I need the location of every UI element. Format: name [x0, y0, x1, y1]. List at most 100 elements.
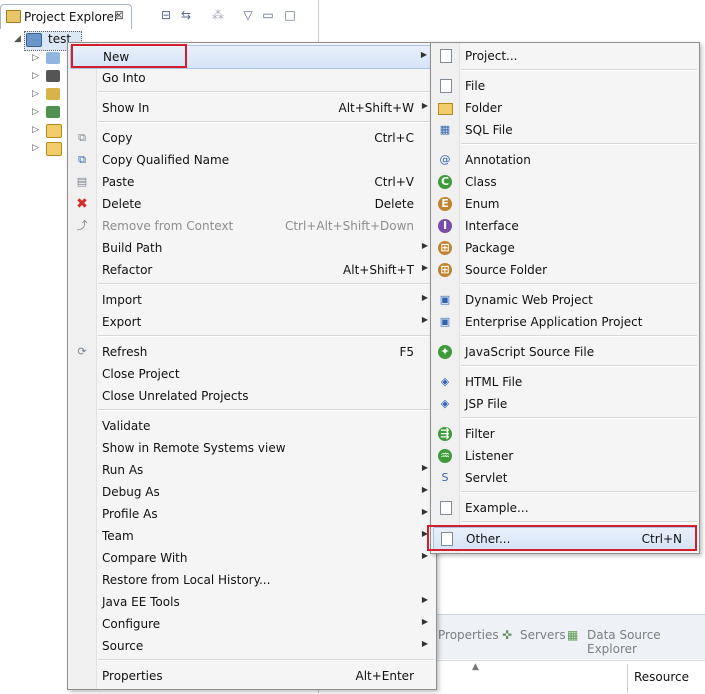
menu-item-restore-from-local-history[interactable]: Restore from Local History...	[70, 569, 434, 591]
menu-item-import[interactable]: Import ▶	[70, 289, 434, 311]
submenu-item-other[interactable]: Other... Ctrl+N	[433, 527, 697, 551]
menu-item-delete[interactable]: ✖ Delete Delete	[70, 193, 434, 215]
tree-item[interactable]: ▷	[32, 86, 72, 104]
menu-item-source[interactable]: Source ▶	[70, 635, 434, 657]
menu-separator	[98, 409, 434, 411]
menu-item-close-unrelated-projects[interactable]: Close Unrelated Projects	[70, 385, 434, 407]
submenu-item-javascript-source-file[interactable]: ✦ JavaScript Source File	[433, 341, 697, 363]
submenu-item-html-file[interactable]: ◈ HTML File	[433, 371, 697, 393]
menu-item-team[interactable]: Team ▶	[70, 525, 434, 547]
submenu-item-dynamic-web-project[interactable]: ▣ Dynamic Web Project	[433, 289, 697, 311]
menu-item-label: Delete	[102, 197, 142, 211]
submenu-arrow-icon: ▶	[421, 551, 428, 560]
submenu-item-source-folder[interactable]: ⊞ Source Folder	[433, 259, 697, 281]
menu-item-copy[interactable]: ⧉ Copy Ctrl+C	[70, 127, 434, 149]
submenu-item-file[interactable]: File	[433, 75, 697, 97]
menu-item-export[interactable]: Export ▶	[70, 311, 434, 333]
dynamic-web-project-icon: ▣	[439, 293, 451, 306]
collapsed-arrow-icon[interactable]: ▷	[32, 107, 39, 117]
submenu-item-jsp-file[interactable]: ◈ JSP File	[433, 393, 697, 415]
submenu-item-servlet[interactable]: S Servlet	[433, 467, 697, 489]
submenu-item-project[interactable]: Project...	[433, 45, 697, 67]
servers-icon: ✜	[502, 628, 513, 642]
menu-item-build-path[interactable]: Build Path ▶	[70, 237, 434, 259]
submenu-item-filter[interactable]: ⇶ Filter	[433, 423, 697, 445]
menu-item-go-into[interactable]: Go Into	[70, 67, 434, 89]
submenu-arrow-icon: ▶	[421, 315, 428, 324]
filters-icon[interactable]: ⁂	[210, 8, 226, 22]
submenu-item-sql-file[interactable]: ▦ SQL File	[433, 119, 697, 141]
javascript-resources-icon	[46, 106, 60, 118]
link-with-editor-icon[interactable]: ⇆	[178, 8, 194, 22]
menu-item-show-in[interactable]: Show In Alt+Shift+W ▶	[70, 97, 434, 119]
collapsed-arrow-icon[interactable]: ▷	[32, 71, 39, 81]
menu-item-paste[interactable]: ▤ Paste Ctrl+V	[70, 171, 434, 193]
maximize-icon[interactable]: □	[282, 8, 298, 22]
tab-label: Project Explorer	[24, 10, 119, 24]
menu-item-validate[interactable]: Validate	[70, 415, 434, 437]
tree-item[interactable]: ▷	[32, 140, 72, 158]
menu-item-java-ee-tools[interactable]: Java EE Tools ▶	[70, 591, 434, 613]
html-file-icon: ◈	[440, 375, 450, 388]
menu-separator	[461, 417, 697, 419]
collapsed-arrow-icon[interactable]: ▷	[32, 125, 39, 135]
menu-item-new[interactable]: New ▶	[70, 45, 434, 69]
file-icon	[440, 79, 452, 93]
submenu-arrow-icon: ▶	[421, 293, 428, 302]
menu-item-close-project[interactable]: Close Project	[70, 363, 434, 385]
menu-item-refactor[interactable]: Refactor Alt+Shift+T ▶	[70, 259, 434, 281]
tree-item[interactable]: ▷	[32, 122, 72, 140]
remove-context-icon: ⤴	[76, 219, 88, 232]
collapse-all-icon[interactable]: ⊟	[158, 8, 174, 22]
submenu-item-enum[interactable]: E Enum	[433, 193, 697, 215]
submenu-item-example[interactable]: Example...	[433, 497, 697, 519]
submenu-item-annotation[interactable]: @ Annotation	[433, 149, 697, 171]
menu-item-debug-as[interactable]: Debug As ▶	[70, 481, 434, 503]
menu-item-copy-qualified-name[interactable]: ⧉ Copy Qualified Name	[70, 149, 434, 171]
menu-item-properties[interactable]: Properties Alt+Enter	[70, 665, 434, 687]
menu-item-label: Show in Remote Systems view	[102, 441, 286, 455]
class-icon: C	[438, 175, 452, 189]
sort-ascending-icon: ▲	[472, 662, 479, 672]
collapsed-arrow-icon[interactable]: ▷	[32, 143, 39, 153]
menu-item-run-as[interactable]: Run As ▶	[70, 459, 434, 481]
submenu-item-listener[interactable]: ♒ Listener	[433, 445, 697, 467]
close-icon[interactable]: ⊠	[114, 8, 124, 22]
menu-item-shortcut: Ctrl+Alt+Shift+Down	[284, 219, 414, 233]
tab-project-explorer[interactable]: Project Explorer ⊠	[0, 4, 132, 29]
tree-item[interactable]: ▷	[32, 68, 72, 86]
tree-item[interactable]: ▷	[32, 104, 72, 122]
context-menu: New ▶ Go Into Show In Alt+Shift+W ▶ ⧉ Copy Ctrl+…	[67, 42, 437, 690]
collapsed-arrow-icon[interactable]: ▷	[32, 89, 39, 99]
enum-icon: E	[438, 197, 452, 211]
menu-item-label: Close Project	[102, 367, 180, 381]
menu-item-compare-with[interactable]: Compare With ▶	[70, 547, 434, 569]
submenu-item-folder[interactable]: Folder	[433, 97, 697, 119]
tab-data-source-explorer[interactable]: Data Source Explorer	[587, 628, 705, 656]
submenu-arrow-icon: ▶	[421, 507, 428, 516]
submenu-item-class[interactable]: C Class	[433, 171, 697, 193]
tab-servers[interactable]: Servers	[520, 628, 566, 642]
collapsed-arrow-icon[interactable]: ▷	[32, 53, 39, 63]
submenu-item-package[interactable]: ⊞ Package	[433, 237, 697, 259]
folder-icon	[46, 142, 62, 156]
submenu-item-interface[interactable]: I Interface	[433, 215, 697, 237]
menu-item-refresh[interactable]: ⟳ Refresh F5	[70, 341, 434, 363]
expanded-arrow-icon[interactable]: ◢	[14, 34, 21, 44]
view-menu-icon[interactable]: ▽	[240, 8, 256, 22]
menu-item-configure[interactable]: Configure ▶	[70, 613, 434, 635]
deployment-descriptor-icon	[46, 52, 60, 64]
menu-item-show-in-remote-systems-view[interactable]: Show in Remote Systems view	[70, 437, 434, 459]
minimize-icon[interactable]: ▭	[260, 8, 276, 22]
column-header-resource[interactable]: Resource	[627, 664, 705, 693]
menu-item-profile-as[interactable]: Profile As ▶	[70, 503, 434, 525]
submenu-item-label: Enterprise Application Project	[465, 315, 643, 329]
tree-item-test[interactable]: ◢ test	[14, 31, 82, 51]
tree-item[interactable]: ▷	[32, 50, 72, 68]
menu-item-label: Compare With	[102, 551, 188, 565]
menu-item-label: Profile As	[102, 507, 158, 521]
editor-area	[319, 0, 705, 32]
tab-properties[interactable]: Properties	[438, 628, 499, 642]
submenu-item-enterprise-application-project[interactable]: ▣ Enterprise Application Project	[433, 311, 697, 333]
menu-item-shortcut: Alt+Shift+T	[343, 263, 414, 277]
